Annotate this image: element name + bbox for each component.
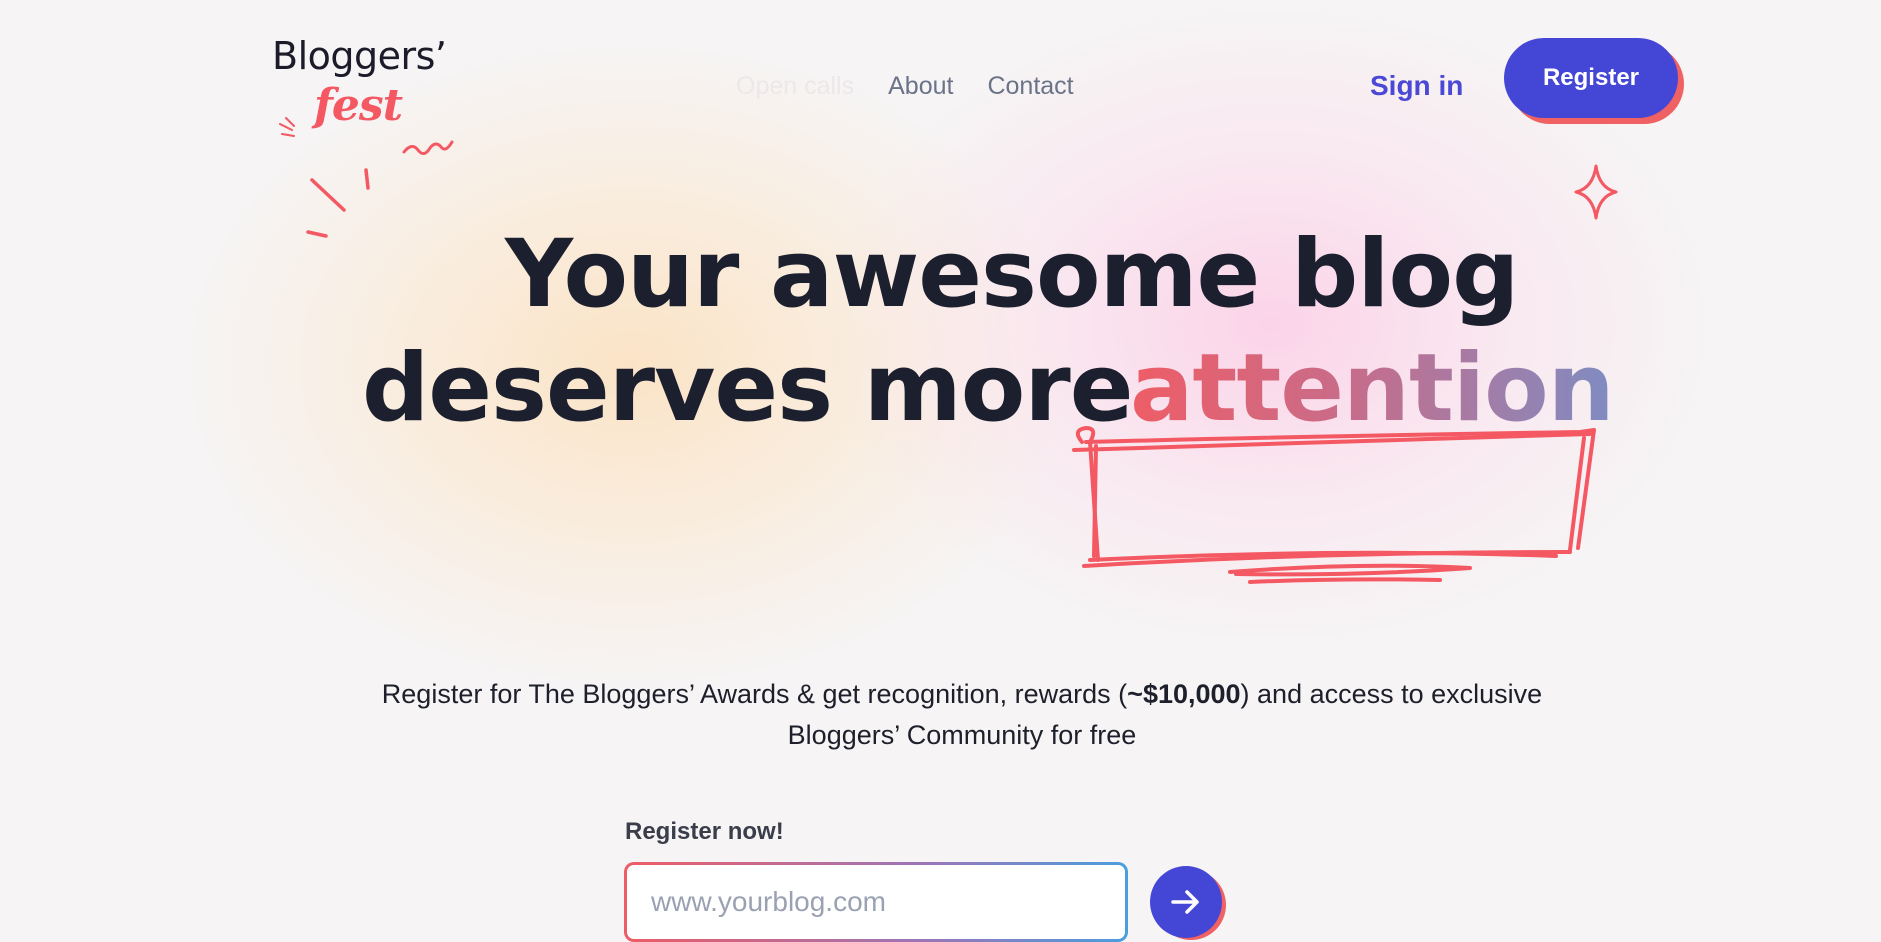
main-nav: Open calls About Contact <box>736 72 1074 101</box>
reward-amount: ~$10,000 <box>1127 679 1241 709</box>
sign-in-link[interactable]: Sign in <box>1370 70 1463 102</box>
submit-button-wrapper <box>1150 866 1226 942</box>
logo-wordmark: Bloggers’ <box>272 34 447 78</box>
register-button[interactable]: Register <box>1504 38 1678 118</box>
logo-fest-text: fest <box>314 80 403 131</box>
scribble-box-icon <box>1072 426 1596 584</box>
nav-item-about[interactable]: About <box>888 72 953 101</box>
register-now-label: Register now! <box>625 818 784 845</box>
hero-heading-line2: deserves more <box>362 334 1133 443</box>
hero-heading-line1: Your awesome blog <box>505 220 1519 329</box>
sparkle-icon <box>306 168 370 238</box>
subtitle-text-before: Register for The Bloggers’ Awards & get … <box>381 679 1128 709</box>
blog-url-input[interactable] <box>627 865 1125 939</box>
logo[interactable]: Bloggers’ fest <box>272 34 472 155</box>
nav-item-contact[interactable]: Contact <box>987 72 1073 101</box>
register-button-wrapper: Register <box>1504 38 1684 124</box>
submit-arrow-button[interactable] <box>1150 866 1222 938</box>
blog-url-field-border <box>624 862 1128 942</box>
star-sparkle-icon <box>1574 164 1618 220</box>
nav-item-open-calls[interactable]: Open calls <box>736 72 854 101</box>
hero-subtitle: Register for The Bloggers’ Awards & get … <box>340 674 1584 756</box>
arrow-right-icon <box>1171 890 1199 914</box>
